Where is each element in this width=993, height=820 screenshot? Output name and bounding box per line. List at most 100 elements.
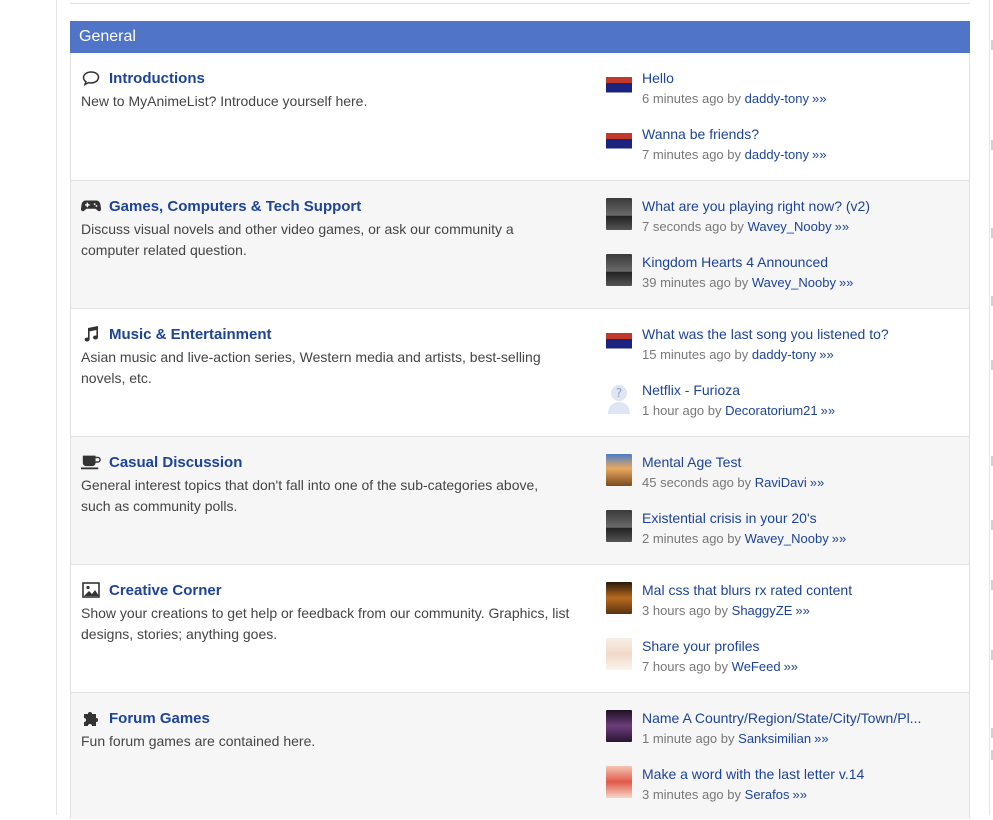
avatar[interactable] [606, 198, 632, 230]
topic-title-link[interactable]: Kingdom Hearts 4 Announced [642, 252, 961, 272]
topic-title-link[interactable]: Existential crisis in your 20's [642, 508, 961, 528]
avatar[interactable]: ? [606, 382, 632, 414]
topic-meta: 7 minutes ago by daddy-tony»» [642, 144, 961, 166]
topic-user-link[interactable]: Decoratorium21 [725, 403, 818, 418]
category-description: Fun forum games are contained here. [81, 733, 316, 749]
avatar[interactable] [606, 510, 632, 542]
topic-title-link[interactable]: Netflix - Furioza [642, 380, 961, 400]
topic-title-link[interactable]: Share your profiles [642, 636, 961, 656]
topic-user-link[interactable]: daddy-tony [752, 347, 816, 362]
category-description: Discuss visual novels and other video ga… [81, 221, 514, 258]
avatar[interactable] [606, 766, 632, 798]
topic-item: Mal css that blurs rx rated content 3 ho… [606, 580, 961, 636]
last-post-link[interactable]: »» [795, 603, 809, 618]
topic-meta: 6 minutes ago by daddy-tony»» [642, 88, 961, 110]
last-post-link[interactable]: »» [835, 219, 849, 234]
topic-title-link[interactable]: Mental Age Test [642, 452, 961, 472]
last-post-link[interactable]: »» [839, 275, 853, 290]
latest-topics: Mental Age Test 45 seconds ago by RaviDa… [606, 452, 961, 564]
avatar[interactable] [606, 582, 632, 614]
topic-title-link[interactable]: Mal css that blurs rx rated content [642, 580, 961, 600]
sidebar-border [989, 0, 990, 815]
forum-row-games-forum: Forum Games Fun forum games are containe… [70, 693, 970, 819]
topic-user-link[interactable]: ShaggyZE [732, 603, 793, 618]
last-post-link[interactable]: »» [784, 659, 798, 674]
forum-row-introductions: Introductions New to MyAnimeList? Introd… [70, 53, 970, 181]
last-post-link[interactable]: »» [812, 147, 826, 162]
topic-user-link[interactable]: WeFeed [732, 659, 781, 674]
topic-user-link[interactable]: RaviDavi [755, 475, 807, 490]
last-post-link[interactable]: »» [819, 347, 833, 362]
last-post-link[interactable]: »» [812, 91, 826, 106]
topic-item: What are you playing right now? (v2) 7 s… [606, 196, 961, 252]
top-divider [70, 3, 970, 4]
category-description: Asian music and live-action series, West… [81, 349, 541, 386]
topic-meta: 39 minutes ago by Wavey_Nooby»» [642, 272, 961, 294]
category-info: Creative Corner Show your creations to g… [81, 580, 571, 645]
category-info: Forum Games Fun forum games are containe… [81, 708, 571, 752]
avatar[interactable] [606, 254, 632, 286]
puzzle-piece-icon [81, 710, 101, 726]
last-post-link[interactable]: »» [792, 787, 806, 802]
category-title-link[interactable]: Forum Games [109, 710, 210, 727]
latest-topics: Hello 6 minutes ago by daddy-tony»» Wann… [606, 68, 961, 180]
forum-board-general: General Introductions New to MyAnimeList… [70, 21, 970, 819]
by-label: by [714, 659, 729, 674]
topic-time: 3 hours ago [642, 603, 711, 618]
last-post-link[interactable]: »» [810, 475, 824, 490]
topic-time: 15 minutes ago [642, 347, 731, 362]
topic-time: 39 minutes ago [642, 275, 731, 290]
topic-item: Wanna be friends? 7 minutes ago by daddy… [606, 124, 961, 180]
topic-user-link[interactable]: Wavey_Nooby [748, 219, 832, 234]
by-label: by [727, 531, 742, 546]
topic-user-link[interactable]: daddy-tony [745, 91, 809, 106]
forum-row-games: Games, Computers & Tech Support Discuss … [70, 181, 970, 309]
by-label: by [720, 731, 735, 746]
forum-row-casual: Casual Discussion General interest topic… [70, 437, 970, 565]
avatar[interactable] [606, 454, 632, 486]
latest-topics: Mal css that blurs rx rated content 3 ho… [606, 580, 961, 692]
avatar[interactable] [606, 638, 632, 670]
topic-meta: 7 seconds ago by Wavey_Nooby»» [642, 216, 961, 238]
category-description: General interest topics that don't fall … [81, 477, 539, 514]
topic-item: Kingdom Hearts 4 Announced 39 minutes ag… [606, 252, 961, 308]
last-post-link[interactable]: »» [821, 403, 835, 418]
topic-title-link[interactable]: Hello [642, 68, 961, 88]
avatar[interactable] [606, 326, 632, 358]
by-label: by [734, 347, 749, 362]
by-label: by [714, 603, 729, 618]
forum-row-music: Music & Entertainment Asian music and li… [70, 309, 970, 437]
music-note-icon [81, 326, 101, 342]
topic-item: ? Netflix - Furioza 1 hour ago by Decora… [606, 380, 961, 436]
topic-title-link[interactable]: What was the last song you listened to? [642, 324, 961, 344]
topic-user-link[interactable]: Wavey_Nooby [752, 275, 836, 290]
coffee-cup-icon [81, 454, 101, 470]
category-title-link[interactable]: Creative Corner [109, 582, 222, 599]
topic-title-link[interactable]: Make a word with the last letter v.14 [642, 764, 961, 784]
by-label: by [707, 403, 722, 418]
last-post-link[interactable]: »» [832, 531, 846, 546]
avatar[interactable] [606, 70, 632, 102]
topic-user-link[interactable]: Serafos [745, 787, 790, 802]
last-post-link[interactable]: »» [814, 731, 828, 746]
category-title-link[interactable]: Casual Discussion [109, 454, 242, 471]
category-info: Games, Computers & Tech Support Discuss … [81, 196, 571, 261]
topic-user-link[interactable]: Sanksimilian [738, 731, 811, 746]
topic-meta: 1 minute ago by Sanksimilian»» [642, 728, 961, 750]
topic-title-link[interactable]: What are you playing right now? (v2) [642, 196, 961, 216]
category-title-link[interactable]: Music & Entertainment [109, 326, 272, 343]
avatar[interactable] [606, 126, 632, 158]
forum-row-creative: Creative Corner Show your creations to g… [70, 565, 970, 693]
category-title-link[interactable]: Introductions [109, 70, 205, 87]
avatar[interactable] [606, 710, 632, 742]
topic-item: Existential crisis in your 20's 2 minute… [606, 508, 961, 564]
topic-title-link[interactable]: Wanna be friends? [642, 124, 961, 144]
topic-user-link[interactable]: Wavey_Nooby [745, 531, 829, 546]
topic-time: 45 seconds ago [642, 475, 734, 490]
topic-title-link[interactable]: Name A Country/Region/State/City/Town/Pl… [642, 708, 961, 728]
topic-item: Mental Age Test 45 seconds ago by RaviDa… [606, 452, 961, 508]
topic-user-link[interactable]: daddy-tony [745, 147, 809, 162]
topic-item: Name A Country/Region/State/City/Town/Pl… [606, 708, 961, 764]
page-left-border [56, 0, 57, 815]
category-title-link[interactable]: Games, Computers & Tech Support [109, 198, 361, 215]
